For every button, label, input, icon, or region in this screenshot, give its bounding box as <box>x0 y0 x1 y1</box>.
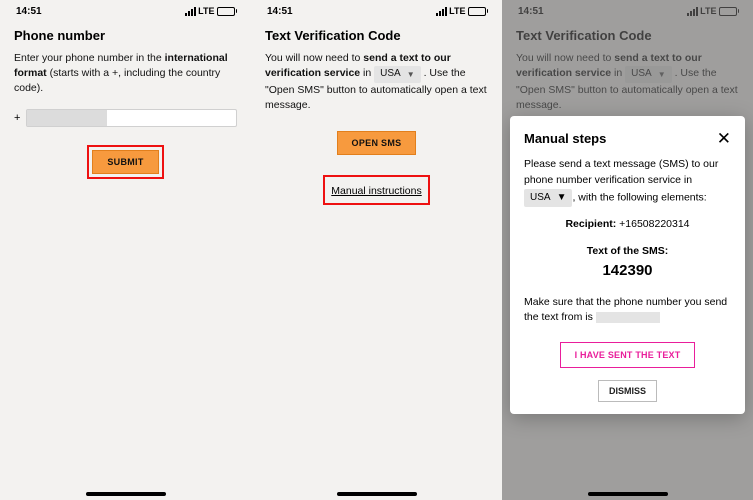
redacted-number <box>596 312 660 323</box>
country-value: USA <box>380 67 401 82</box>
chevron-down-icon: ▼ <box>407 69 415 81</box>
home-indicator[interactable] <box>588 492 668 496</box>
signal-icon <box>436 7 447 16</box>
instruction-text: Enter your phone number in the internati… <box>14 51 237 97</box>
i-have-sent-button[interactable]: I HAVE SENT THE TEXT <box>560 342 696 368</box>
status-right: LTE <box>436 6 488 16</box>
status-right: LTE <box>185 6 237 16</box>
status-bar: 14:51 LTE <box>251 0 502 20</box>
modal-body: Please send a text message (SMS) to our … <box>524 157 731 326</box>
text: Please send a text message (SMS) to our … <box>524 158 718 186</box>
phone-input-row: + <box>14 109 237 127</box>
screen-phone-number: 14:51 LTE Phone number Enter your phone … <box>0 0 251 500</box>
modal-title: Manual steps <box>524 131 606 146</box>
status-bar: 14:51 LTE <box>0 0 251 20</box>
country-value: USA <box>530 190 551 205</box>
screen-manual-steps: 14:51 LTE Text Verification Code You wil… <box>502 0 753 500</box>
signal-icon <box>185 7 196 16</box>
text: Enter your phone number in the <box>14 52 165 64</box>
close-icon[interactable]: ✕ <box>717 130 731 147</box>
sms-text-label: Text of the SMS: <box>587 245 668 257</box>
home-indicator[interactable] <box>337 492 417 496</box>
text: , with the following elements: <box>572 191 706 203</box>
manual-instructions-link[interactable]: Manual instructions <box>331 185 421 197</box>
text: You will now need to <box>265 52 363 64</box>
network-label: LTE <box>449 6 465 16</box>
text: in <box>360 67 374 79</box>
instruction-text: You will now need to send a text to our … <box>265 51 488 113</box>
plus-label: + <box>14 112 20 124</box>
recipient-value: +16508220314 <box>619 218 689 230</box>
status-time: 14:51 <box>267 6 293 17</box>
dismiss-button[interactable]: DISMISS <box>598 380 657 402</box>
network-label: LTE <box>198 6 214 16</box>
page-title: Phone number <box>14 28 237 43</box>
page-title: Text Verification Code <box>265 28 488 43</box>
home-indicator[interactable] <box>86 492 166 496</box>
modal-country-select[interactable]: USA ▼ <box>524 189 572 207</box>
chevron-down-icon: ▼ <box>557 190 567 205</box>
recipient-label: Recipient: <box>565 218 616 230</box>
sms-code: 142390 <box>602 262 652 279</box>
manual-steps-modal: Manual steps ✕ Please send a text messag… <box>510 116 745 414</box>
country-select[interactable]: USA ▼ <box>374 66 420 83</box>
manual-highlight: Manual instructions <box>323 175 429 205</box>
battery-icon <box>468 7 489 16</box>
screen-verification: 14:51 LTE Text Verification Code You wil… <box>251 0 502 500</box>
open-sms-button[interactable]: OPEN SMS <box>337 131 417 155</box>
status-time: 14:51 <box>16 6 42 17</box>
submit-button[interactable]: SUBMIT <box>92 150 158 174</box>
phone-input[interactable] <box>26 109 237 127</box>
submit-highlight: SUBMIT <box>87 145 163 179</box>
battery-icon <box>217 7 238 16</box>
